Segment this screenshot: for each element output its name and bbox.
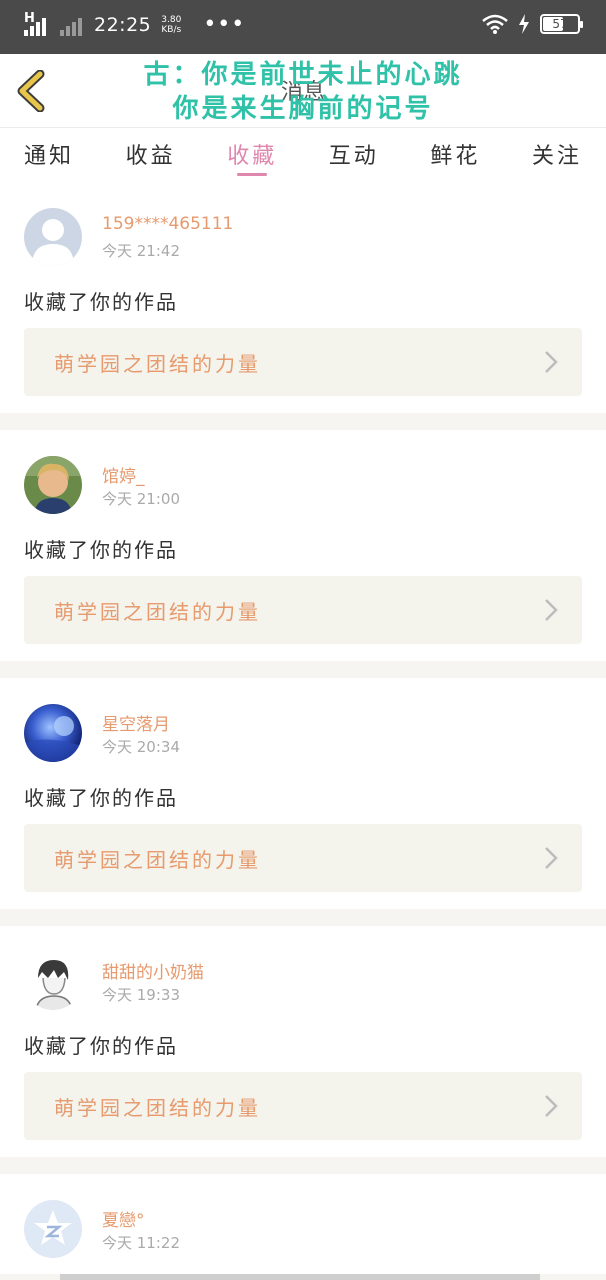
work-link[interactable]: 萌学园之团结的力量 bbox=[24, 824, 582, 892]
child-photo bbox=[24, 456, 82, 514]
galaxy-photo bbox=[24, 704, 82, 762]
timestamp: 今天 11:22 bbox=[102, 1234, 180, 1252]
net-speed: 3.80 KB/s bbox=[161, 14, 182, 35]
overlay-line-2: 你是来生胸前的记号 bbox=[172, 94, 434, 124]
work-title: 萌学园之团结的力量 bbox=[54, 1096, 261, 1120]
timestamp: 今天 20:34 bbox=[102, 738, 180, 756]
action-text: 收藏了你的作品 bbox=[24, 538, 178, 562]
battery-level: 57 bbox=[552, 17, 568, 31]
chevron-right-icon bbox=[545, 1095, 558, 1117]
list-item: 夏戀° 今天 11:22 bbox=[0, 1174, 606, 1274]
qzone-star-icon bbox=[24, 1200, 82, 1258]
tab-follow[interactable]: 关注 bbox=[532, 128, 582, 182]
charging-icon bbox=[519, 14, 529, 34]
chevron-right-icon bbox=[545, 599, 558, 621]
more-notifications-icon: ••• bbox=[203, 12, 246, 37]
chevron-right-icon bbox=[545, 351, 558, 373]
clock: 22:25 bbox=[94, 13, 152, 36]
tab-earnings[interactable]: 收益 bbox=[126, 128, 176, 182]
tab-notice[interactable]: 通知 bbox=[24, 128, 74, 182]
work-link[interactable]: 萌学园之团结的力量 bbox=[24, 576, 582, 644]
username[interactable]: 甜甜的小奶猫 bbox=[102, 958, 204, 983]
work-title: 萌学园之团结的力量 bbox=[54, 600, 261, 624]
timestamp: 今天 21:00 bbox=[102, 490, 180, 508]
avatar[interactable] bbox=[24, 952, 82, 1010]
tab-favorites[interactable]: 收藏 bbox=[227, 128, 277, 182]
wifi-icon bbox=[482, 14, 508, 34]
battery-icon: 57 bbox=[540, 14, 583, 34]
work-title: 萌学园之团结的力量 bbox=[54, 848, 261, 872]
avatar[interactable] bbox=[24, 456, 82, 514]
overlay-line-1: 古：你是前世未止的心跳 bbox=[143, 60, 463, 90]
top-header: 消息 古：你是前世未止的心跳 你是来生胸前的记号 bbox=[0, 54, 606, 128]
avatar[interactable] bbox=[24, 1200, 82, 1258]
tab-flowers[interactable]: 鲜花 bbox=[430, 128, 480, 182]
notification-list: 159****465111 今天 21:42 收藏了你的作品 萌学园之团结的力量… bbox=[0, 182, 606, 1274]
status-bar: H 22:25 3.80 KB/s ••• 57 bbox=[0, 0, 606, 54]
text-overlay: 古：你是前世未止的心跳 你是来生胸前的记号 bbox=[0, 58, 606, 126]
action-text: 收藏了你的作品 bbox=[24, 786, 178, 810]
username[interactable]: 馆婷_ bbox=[102, 462, 145, 487]
default-avatar-icon bbox=[24, 208, 82, 266]
username[interactable]: 星空落月 bbox=[102, 710, 170, 735]
username[interactable]: 159****465111 bbox=[102, 214, 233, 234]
list-item: 馆婷_ 今天 21:00 收藏了你的作品 萌学园之团结的力量 bbox=[0, 430, 606, 661]
timestamp: 今天 19:33 bbox=[102, 986, 180, 1004]
list-item: 星空落月 今天 20:34 收藏了你的作品 萌学园之团结的力量 bbox=[0, 678, 606, 909]
chevron-right-icon bbox=[545, 847, 558, 869]
cell-signal-2-icon bbox=[60, 14, 82, 36]
tab-bar: 通知 收益 收藏 互动 鲜花 关注 bbox=[0, 128, 606, 182]
username[interactable]: 夏戀° bbox=[102, 1206, 145, 1231]
action-text: 收藏了你的作品 bbox=[24, 1034, 178, 1058]
list-item: 甜甜的小奶猫 今天 19:33 收藏了你的作品 萌学园之团结的力量 bbox=[0, 926, 606, 1157]
work-title: 萌学园之团结的力量 bbox=[54, 352, 261, 376]
anime-sketch bbox=[24, 952, 82, 1010]
tab-interaction[interactable]: 互动 bbox=[329, 128, 379, 182]
cell-signal-icon: H bbox=[24, 11, 46, 36]
work-link[interactable]: 萌学园之团结的力量 bbox=[24, 328, 582, 396]
cut-off-content bbox=[60, 1274, 540, 1280]
work-link[interactable]: 萌学园之团结的力量 bbox=[24, 1072, 582, 1140]
action-text: 收藏了你的作品 bbox=[24, 290, 178, 314]
avatar[interactable] bbox=[24, 704, 82, 762]
timestamp: 今天 21:42 bbox=[102, 242, 180, 260]
avatar[interactable] bbox=[24, 208, 82, 266]
list-item: 159****465111 今天 21:42 收藏了你的作品 萌学园之团结的力量 bbox=[0, 182, 606, 413]
